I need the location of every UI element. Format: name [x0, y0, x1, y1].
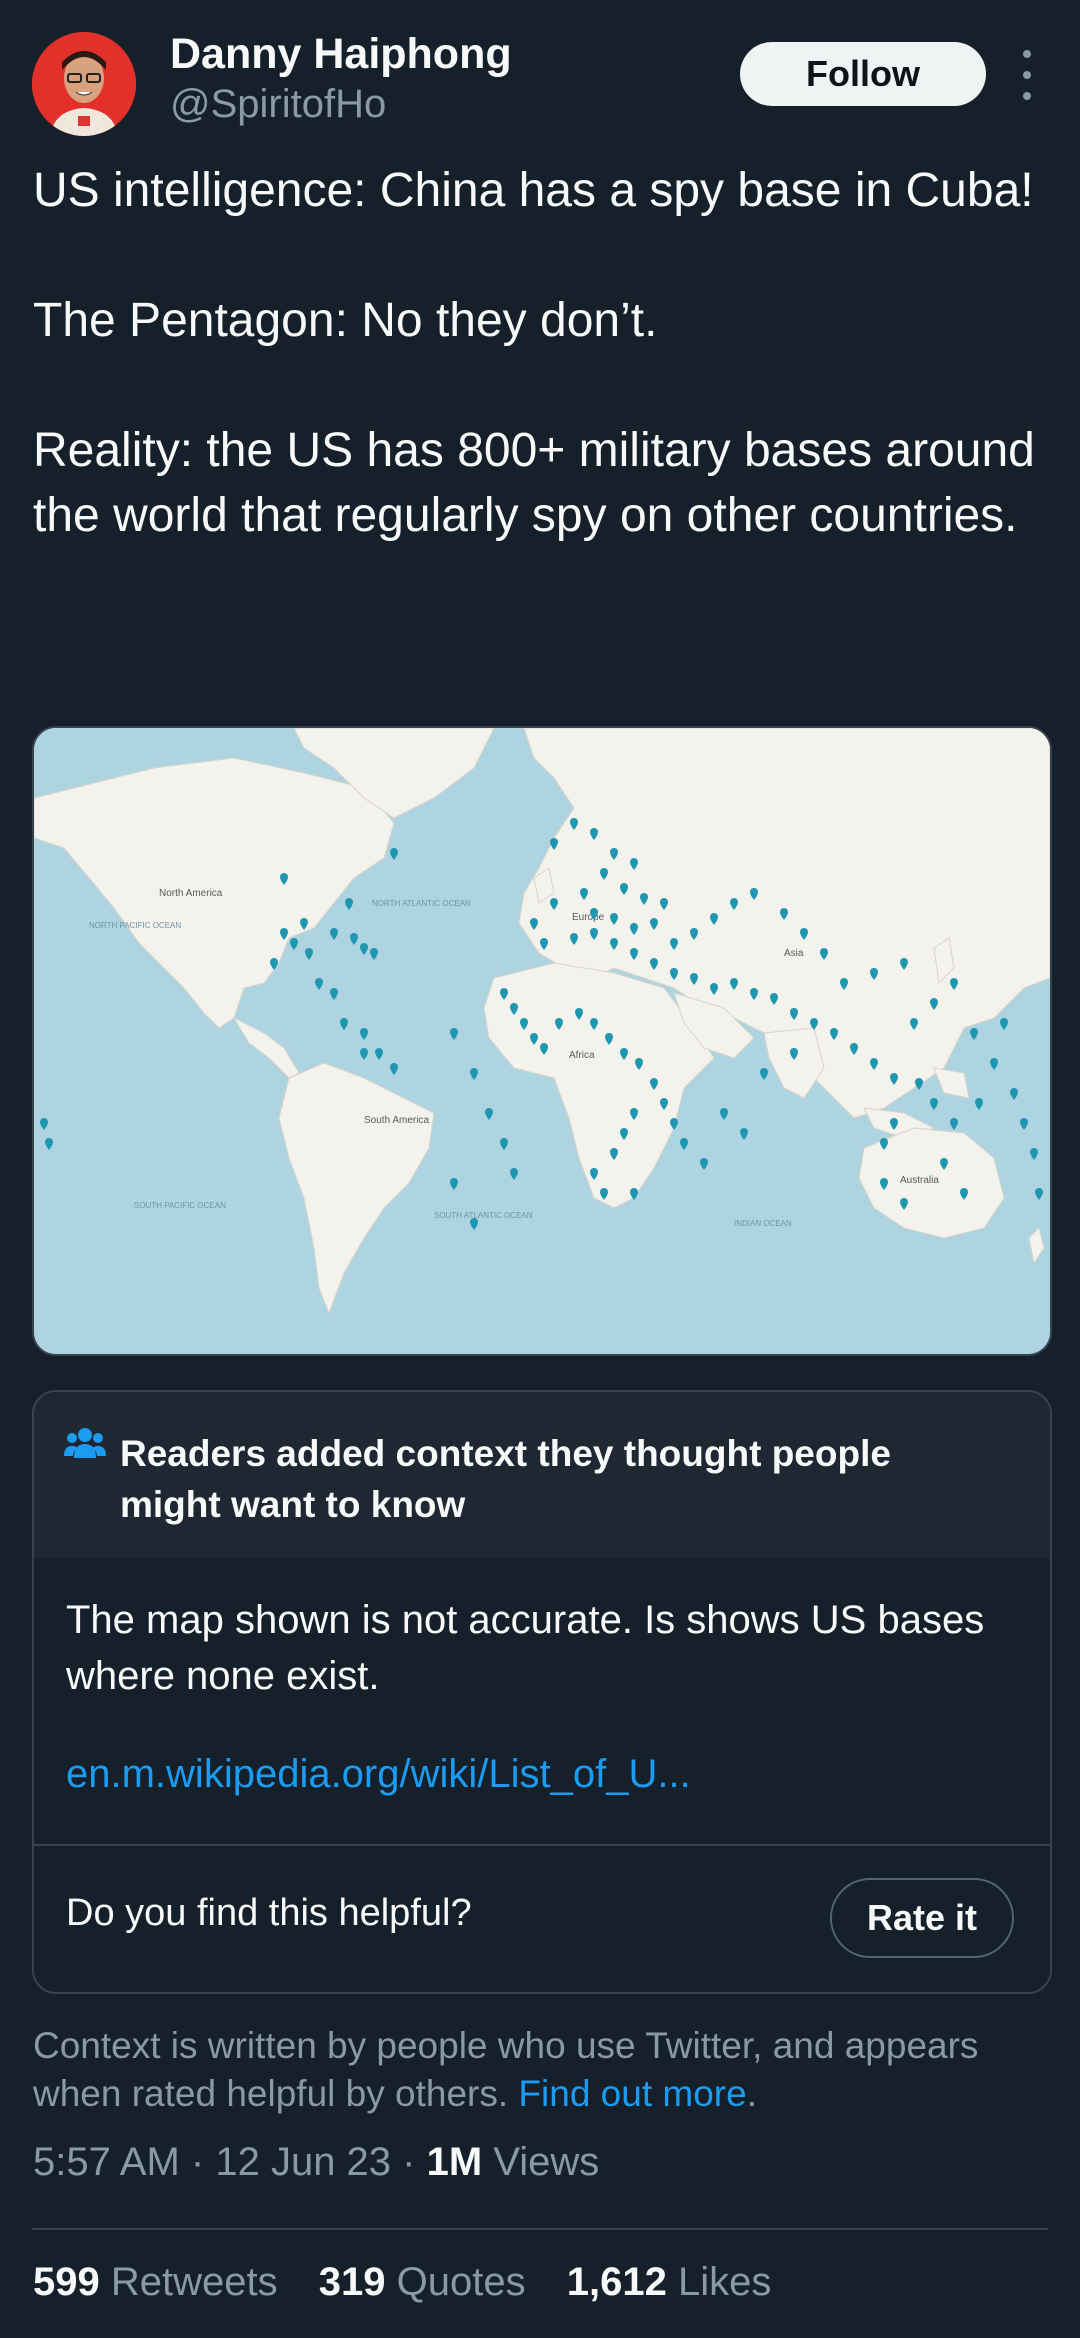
- tweet-line: Reality: the US has 800+ military bases …: [33, 424, 1035, 542]
- quotes-label: Quotes: [396, 2260, 526, 2304]
- map-label-africa: Africa: [569, 1050, 595, 1061]
- divider: [32, 2228, 1048, 2230]
- author-name[interactable]: Danny Haiphong: [170, 30, 512, 79]
- retweets-count: 599: [33, 2260, 100, 2304]
- context-period: .: [746, 2073, 757, 2114]
- map-label-south-america: South America: [364, 1115, 429, 1126]
- rate-it-button[interactable]: Rate it: [830, 1878, 1014, 1958]
- helpful-question: Do you find this helpful?: [66, 1892, 472, 1934]
- tweet-line: US intelligence: China has a spy base in…: [33, 164, 1034, 217]
- map-label-europe: Europe: [572, 912, 605, 923]
- tweet-line: The Pentagon: No they don’t.: [33, 294, 658, 347]
- map-label-south-atlantic: SOUTH ATLANTIC OCEAN: [434, 1211, 533, 1220]
- tweet-text: US intelligence: China has a spy base in…: [33, 158, 1053, 548]
- community-note-link[interactable]: en.m.wikipedia.org/wiki/List_of_U...: [66, 1752, 691, 1797]
- more-vertical-icon[interactable]: [1012, 50, 1042, 100]
- quotes-count: 319: [318, 2260, 386, 2304]
- meta-separator: ·: [190, 2140, 205, 2184]
- world-map-image[interactable]: North America NORTH ATLANTIC OCEAN NORTH…: [32, 726, 1052, 1356]
- map-label-north-pacific: NORTH PACIFIC OCEAN: [89, 921, 181, 930]
- map-label-australia: Australia: [900, 1175, 939, 1186]
- tweet-stats: 599 Retweets 319 Quotes 1,612 Likes: [33, 2260, 801, 2305]
- quotes-stat[interactable]: 319 Quotes: [319, 2260, 526, 2304]
- tweet-header: Danny Haiphong @SpiritofHo Follow: [0, 0, 1080, 150]
- context-text: Context is written by people who use Twi…: [33, 2025, 979, 2114]
- divider: [34, 1844, 1050, 1846]
- community-note-title: Readers added context they thought peopl…: [120, 1433, 891, 1525]
- meta-separator: ·: [402, 2140, 416, 2184]
- author-handle[interactable]: @SpiritofHo: [170, 82, 386, 127]
- follow-button[interactable]: Follow: [740, 42, 986, 106]
- retweets-label: Retweets: [110, 2260, 278, 2304]
- map-label-south-pacific: SOUTH PACIFIC OCEAN: [134, 1201, 226, 1210]
- map-label-north-america: North America: [159, 888, 223, 899]
- people-icon: [64, 1426, 106, 1465]
- community-note-header: Readers added context they thought peopl…: [34, 1392, 1050, 1558]
- likes-stat[interactable]: 1,612 Likes: [567, 2260, 772, 2304]
- tweet-meta: 5:57 AM · 12 Jun 23 · 1M Views: [33, 2140, 599, 2185]
- tweet-date[interactable]: 12 Jun 23: [215, 2140, 391, 2184]
- likes-count: 1,612: [566, 2260, 667, 2304]
- map-label-indian-ocean: INDIAN OCEAN: [734, 1219, 792, 1228]
- avatar[interactable]: [32, 32, 136, 136]
- find-out-more-link[interactable]: Find out more: [518, 2073, 746, 2114]
- community-note: Readers added context they thought peopl…: [32, 1390, 1052, 1994]
- community-note-body: The map shown is not accurate. Is shows …: [66, 1598, 985, 1698]
- map-label-asia: Asia: [784, 948, 804, 959]
- views-count: 1M: [426, 2140, 483, 2184]
- context-disclaimer: Context is written by people who use Twi…: [33, 2022, 1053, 2118]
- views-label: Views: [493, 2140, 600, 2184]
- tweet-time[interactable]: 5:57 AM: [33, 2140, 180, 2184]
- retweets-stat[interactable]: 599 Retweets: [33, 2260, 278, 2304]
- likes-label: Likes: [677, 2260, 772, 2304]
- map-label-north-atlantic: NORTH ATLANTIC OCEAN: [372, 899, 471, 908]
